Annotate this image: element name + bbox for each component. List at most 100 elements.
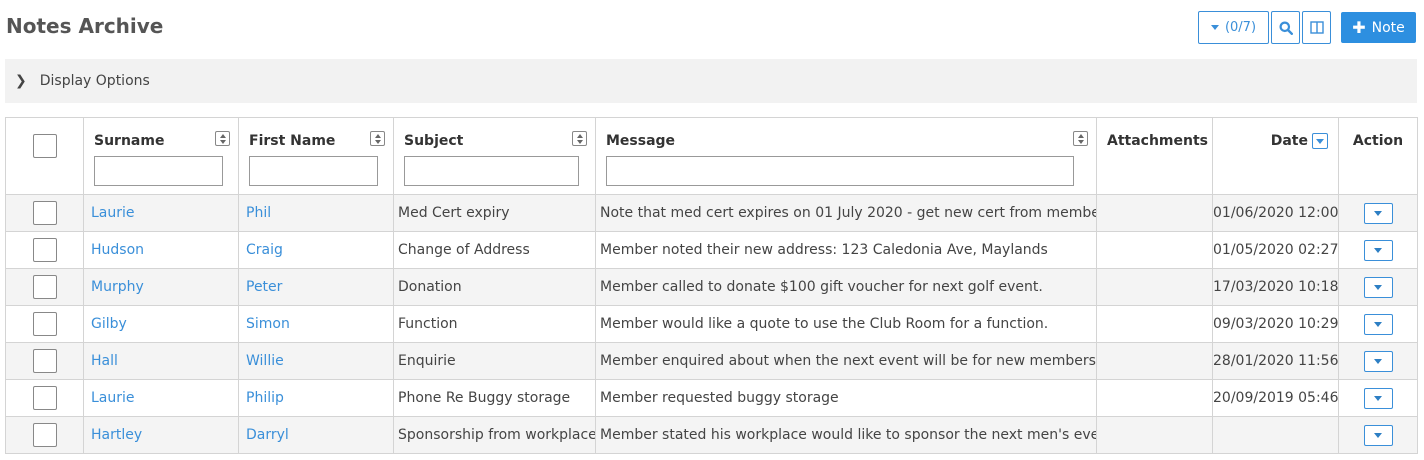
subject-cell: Donation (393, 268, 596, 306)
message-cell: Note that med cert expires on 01 July 20… (595, 194, 1097, 232)
columns-icon (1309, 21, 1324, 34)
table-row: Laurie Phil Med Cert expiry Note that me… (5, 194, 1418, 232)
sort-message-icon[interactable] (1073, 131, 1088, 146)
surname-link[interactable]: Hall (91, 353, 118, 369)
sort-subject-icon[interactable] (572, 131, 587, 146)
row-action-button[interactable] (1363, 387, 1393, 409)
caret-down-icon (1374, 432, 1382, 438)
message-cell: Member enquired about when the next even… (595, 342, 1097, 380)
row-checkbox[interactable] (32, 201, 57, 225)
column-first-name: First Name (238, 117, 394, 195)
table-row: Laurie Philip Phone Re Buggy storage Mem… (5, 379, 1418, 417)
subject-filter-input[interactable] (404, 156, 579, 186)
subject-cell: Function (393, 305, 596, 343)
attachments-cell (1096, 194, 1213, 232)
subject-cell: Sponsorship from workplace (393, 416, 596, 454)
column-subject: Subject (393, 117, 596, 195)
add-note-button[interactable]: ✚ Note (1341, 12, 1416, 43)
row-action-button[interactable] (1363, 350, 1393, 372)
first-name-link[interactable]: Philip (246, 390, 284, 406)
surname-link[interactable]: Laurie (91, 205, 135, 221)
row-checkbox[interactable] (32, 423, 57, 447)
message-cell: Member requested buggy storage (595, 379, 1097, 417)
column-message-label: Message (606, 133, 676, 149)
filter-count: (0/7) (1224, 20, 1257, 35)
row-action-button[interactable] (1363, 424, 1393, 446)
date-cell: 01/06/2020 12:00 (1212, 194, 1339, 232)
caret-down-icon (1374, 395, 1382, 401)
row-checkbox[interactable] (32, 238, 57, 262)
subject-cell: Phone Re Buggy storage (393, 379, 596, 417)
first-name-link[interactable]: Craig (246, 242, 283, 258)
search-button[interactable] (1271, 11, 1300, 44)
first-name-link[interactable]: Simon (246, 316, 290, 332)
date-cell: 28/01/2020 11:56 (1212, 342, 1339, 380)
toolbar: (0/7) ✚ Note (1196, 11, 1416, 44)
notes-table: Surname First Name Subject Message Attac (5, 117, 1418, 454)
attachments-cell (1096, 268, 1213, 306)
search-icon (1279, 21, 1293, 35)
first-name-link[interactable]: Phil (246, 205, 271, 221)
column-subject-label: Subject (404, 133, 464, 149)
column-date-label: Date (1270, 133, 1308, 149)
message-cell: Member noted their new address: 123 Cale… (595, 231, 1097, 269)
table-row: Hall Willie Enquirie Member enquired abo… (5, 342, 1418, 380)
surname-link[interactable]: Murphy (91, 279, 144, 295)
row-checkbox[interactable] (32, 275, 57, 299)
select-all-header (5, 117, 84, 195)
surname-link[interactable]: Hartley (91, 427, 142, 443)
caret-down-icon (1374, 358, 1382, 364)
first-name-link[interactable]: Willie (246, 353, 284, 369)
message-cell: Member called to donate $100 gift vouche… (595, 268, 1097, 306)
attachments-cell (1096, 231, 1213, 269)
message-cell: Member stated his workplace would like t… (595, 416, 1097, 454)
first-name-link[interactable]: Darryl (246, 427, 289, 443)
subject-cell: Change of Address (393, 231, 596, 269)
table-row: Hudson Craig Change of Address Member no… (5, 231, 1418, 269)
surname-filter-input[interactable] (94, 156, 223, 186)
column-action-label: Action (1352, 133, 1404, 149)
date-cell: 09/03/2020 10:29 (1212, 305, 1339, 343)
attachments-cell (1096, 305, 1213, 343)
row-action-button[interactable] (1363, 276, 1393, 298)
columns-button[interactable] (1302, 11, 1331, 44)
display-options-label: Display Options (39, 73, 150, 89)
page-title: Notes Archive (6, 14, 164, 38)
row-action-button[interactable] (1363, 313, 1393, 335)
plus-icon: ✚ (1352, 18, 1366, 37)
table-header-row: Surname First Name Subject Message Attac (5, 117, 1418, 195)
first-name-link[interactable]: Peter (246, 279, 282, 295)
caret-down-icon (1210, 25, 1219, 30)
surname-link[interactable]: Gilby (91, 316, 127, 332)
row-action-button[interactable] (1363, 202, 1393, 224)
sort-first-name-icon[interactable] (370, 131, 385, 146)
caret-down-icon (1374, 284, 1382, 290)
attachments-cell (1096, 342, 1213, 380)
surname-link[interactable]: Hudson (91, 242, 144, 258)
caret-down-icon (1374, 247, 1382, 253)
filter-button[interactable]: (0/7) (1198, 11, 1269, 44)
surname-link[interactable]: Laurie (91, 390, 135, 406)
message-filter-input[interactable] (606, 156, 1074, 186)
column-attachments: Attachments (1096, 117, 1213, 195)
sort-date-desc-icon[interactable] (1312, 133, 1328, 149)
row-checkbox[interactable] (32, 386, 57, 410)
column-date: Date (1212, 117, 1339, 195)
column-attachments-label: Attachments (1107, 133, 1209, 149)
display-options-toggle[interactable]: ❯ Display Options (5, 59, 1417, 103)
message-cell: Member would like a quote to use the Clu… (595, 305, 1097, 343)
select-all-checkbox[interactable] (32, 134, 57, 158)
column-action: Action (1338, 117, 1418, 195)
add-note-label: Note (1371, 19, 1405, 36)
column-surname: Surname (83, 117, 239, 195)
row-checkbox[interactable] (32, 349, 57, 373)
sort-surname-icon[interactable] (215, 131, 230, 146)
date-cell: 17/03/2020 10:18 (1212, 268, 1339, 306)
date-cell (1212, 416, 1339, 454)
attachments-cell (1096, 379, 1213, 417)
first-name-filter-input[interactable] (249, 156, 378, 186)
caret-down-icon (1374, 321, 1382, 327)
row-checkbox[interactable] (32, 312, 57, 336)
row-action-button[interactable] (1363, 239, 1393, 261)
column-message: Message (595, 117, 1097, 195)
